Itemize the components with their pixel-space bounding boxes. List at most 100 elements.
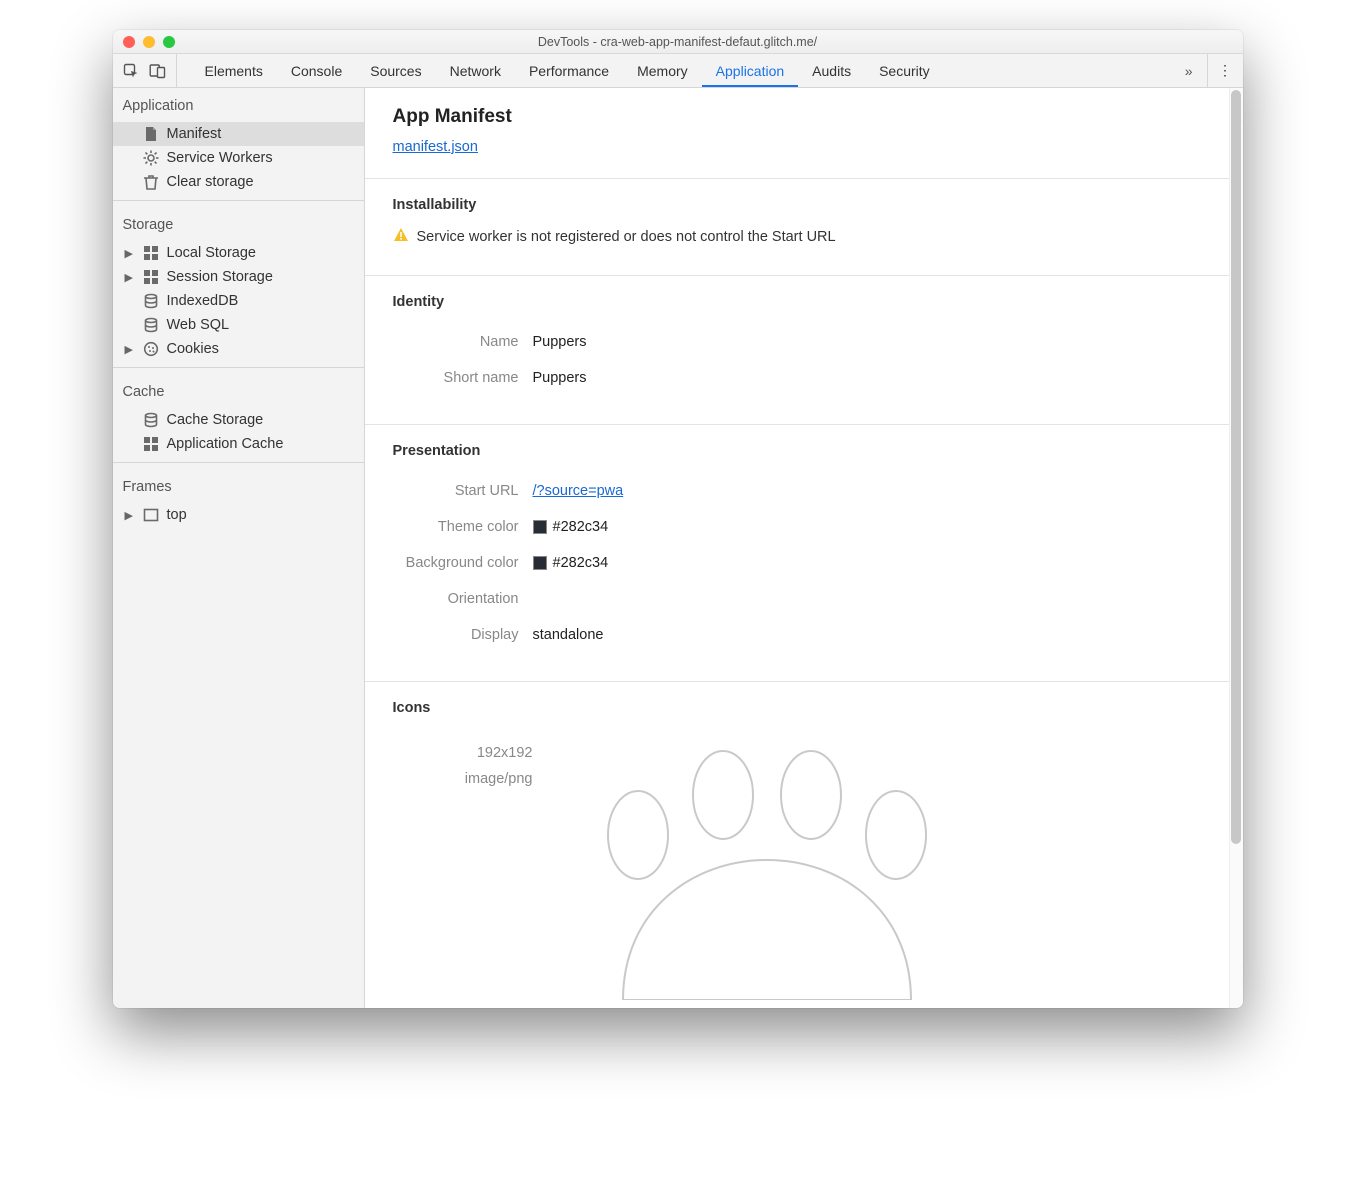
section-presentation: Presentation Start URL/?source=pwa Theme…: [365, 424, 1243, 659]
sidebar-item-label: Web SQL: [167, 317, 230, 333]
section-identity: Identity NamePuppers Short namePuppers: [365, 275, 1243, 402]
field-label: Start URL: [393, 483, 533, 499]
manifest-panel: App Manifest manifest.json Installabilit…: [365, 88, 1243, 1008]
sidebar-item-cache-storage[interactable]: Cache Storage: [113, 408, 364, 432]
sidebar-item-local-storage[interactable]: ▶ Local Storage: [113, 241, 364, 265]
sidebar-separator: [113, 200, 364, 201]
zoom-window-button[interactable]: [163, 36, 175, 48]
kebab-menu-button[interactable]: ⋮: [1207, 54, 1243, 87]
page-title: App Manifest: [393, 106, 1215, 128]
more-tabs-button[interactable]: »: [1171, 54, 1207, 87]
expand-triangle-icon: ▶: [125, 343, 135, 356]
field-value: #282c34: [533, 555, 609, 571]
minimize-window-button[interactable]: [143, 36, 155, 48]
section-title: Presentation: [393, 443, 1215, 459]
sidebar-group-title: Cache: [113, 374, 364, 408]
grid-icon: [143, 269, 159, 285]
sidebar-item-label: Cookies: [167, 341, 219, 357]
sidebar-item-manifest[interactable]: Manifest: [113, 122, 364, 146]
window-title: DevTools - cra-web-app-manifest-defaut.g…: [113, 35, 1243, 49]
tab-application[interactable]: Application: [702, 54, 799, 87]
frame-icon: [143, 507, 159, 523]
manifest-file-link[interactable]: manifest.json: [393, 139, 478, 155]
warning-icon: [393, 227, 409, 247]
tab-memory[interactable]: Memory: [623, 54, 702, 87]
grid-icon: [143, 436, 159, 452]
color-swatch: [533, 556, 547, 570]
sidebar-item-label: Clear storage: [167, 174, 254, 190]
db-icon: [143, 293, 159, 309]
field-label: Orientation: [393, 591, 533, 607]
tab-sources[interactable]: Sources: [356, 54, 435, 87]
installability-warning: Service worker is not registered or does…: [393, 227, 1215, 247]
tab-network[interactable]: Network: [436, 54, 515, 87]
db-icon: [143, 317, 159, 333]
tab-console[interactable]: Console: [277, 54, 356, 87]
sidebar-item-label: IndexedDB: [167, 293, 239, 309]
tab-elements[interactable]: Elements: [191, 54, 277, 87]
sidebar-item-label: Service Workers: [167, 150, 273, 166]
start-url-link[interactable]: /?source=pwa: [533, 483, 624, 499]
field-label: Theme color: [393, 519, 533, 535]
field-value: standalone: [533, 627, 604, 643]
field-label: Background color: [393, 555, 533, 571]
sidebar-item-session-storage[interactable]: ▶ Session Storage: [113, 265, 364, 289]
section-title: Installability: [393, 197, 1215, 213]
sidebar-group-title: Application: [113, 88, 364, 122]
icon-mime: image/png: [393, 766, 533, 792]
sidebar-separator: [113, 462, 364, 463]
devtools-tabstrip: ElementsConsoleSourcesNetworkPerformance…: [113, 54, 1243, 88]
field-label: Short name: [393, 370, 533, 386]
expand-triangle-icon: ▶: [125, 509, 135, 522]
trash-icon: [143, 174, 159, 190]
tab-performance[interactable]: Performance: [515, 54, 623, 87]
field-value: Puppers: [533, 334, 587, 350]
sidebar-item-label: top: [167, 507, 187, 523]
field-label: Name: [393, 334, 533, 350]
paw-icon: [553, 740, 993, 1000]
inspect-icon[interactable]: [123, 63, 139, 79]
sidebar-item-application-cache[interactable]: Application Cache: [113, 432, 364, 456]
sidebar-item-service-workers[interactable]: Service Workers: [113, 146, 364, 170]
devtools-window: DevTools - cra-web-app-manifest-defaut.g…: [113, 30, 1243, 1008]
sidebar-item-label: Manifest: [167, 126, 222, 142]
expand-triangle-icon: ▶: [125, 247, 135, 260]
section-icons: Icons 192x192 image/png: [365, 681, 1243, 1006]
sidebar-item-indexeddb[interactable]: IndexedDB: [113, 289, 364, 313]
file-icon: [143, 126, 159, 142]
sidebar-item-cookies[interactable]: ▶ Cookies: [113, 337, 364, 361]
sidebar-group-title: Storage: [113, 207, 364, 241]
scrollbar[interactable]: [1229, 88, 1243, 1008]
section-installability: Installability Service worker is not reg…: [365, 178, 1243, 253]
icon-metadata: 192x192 image/png: [393, 740, 533, 1000]
sidebar-item-label: Session Storage: [167, 269, 273, 285]
warning-text: Service worker is not registered or does…: [417, 229, 836, 245]
sidebar-group-title: Frames: [113, 469, 364, 503]
window-titlebar: DevTools - cra-web-app-manifest-defaut.g…: [113, 30, 1243, 54]
sidebar-item-clear-storage[interactable]: Clear storage: [113, 170, 364, 194]
tab-audits[interactable]: Audits: [798, 54, 865, 87]
close-window-button[interactable]: [123, 36, 135, 48]
application-sidebar: Application Manifest Service Workers Clear …: [113, 88, 365, 1008]
sidebar-item-label: Cache Storage: [167, 412, 264, 428]
sidebar-item-top[interactable]: ▶ top: [113, 503, 364, 527]
field-value: #282c34: [533, 519, 609, 535]
sidebar-item-web-sql[interactable]: Web SQL: [113, 313, 364, 337]
field-value: Puppers: [533, 370, 587, 386]
device-toggle-icon[interactable]: [149, 63, 166, 79]
sidebar-separator: [113, 367, 364, 368]
sidebar-item-label: Application Cache: [167, 436, 284, 452]
section-title: Icons: [393, 700, 1215, 716]
tab-security[interactable]: Security: [865, 54, 944, 87]
grid-icon: [143, 245, 159, 261]
gear-icon: [143, 150, 159, 166]
field-label: Display: [393, 627, 533, 643]
icon-size: 192x192: [393, 740, 533, 766]
traffic-lights: [113, 36, 175, 48]
scrollbar-thumb[interactable]: [1231, 90, 1241, 844]
sidebar-item-label: Local Storage: [167, 245, 256, 261]
panel-body: Application Manifest Service Workers Clear …: [113, 88, 1243, 1008]
section-title: Identity: [393, 294, 1215, 310]
db-icon: [143, 412, 159, 428]
expand-triangle-icon: ▶: [125, 271, 135, 284]
